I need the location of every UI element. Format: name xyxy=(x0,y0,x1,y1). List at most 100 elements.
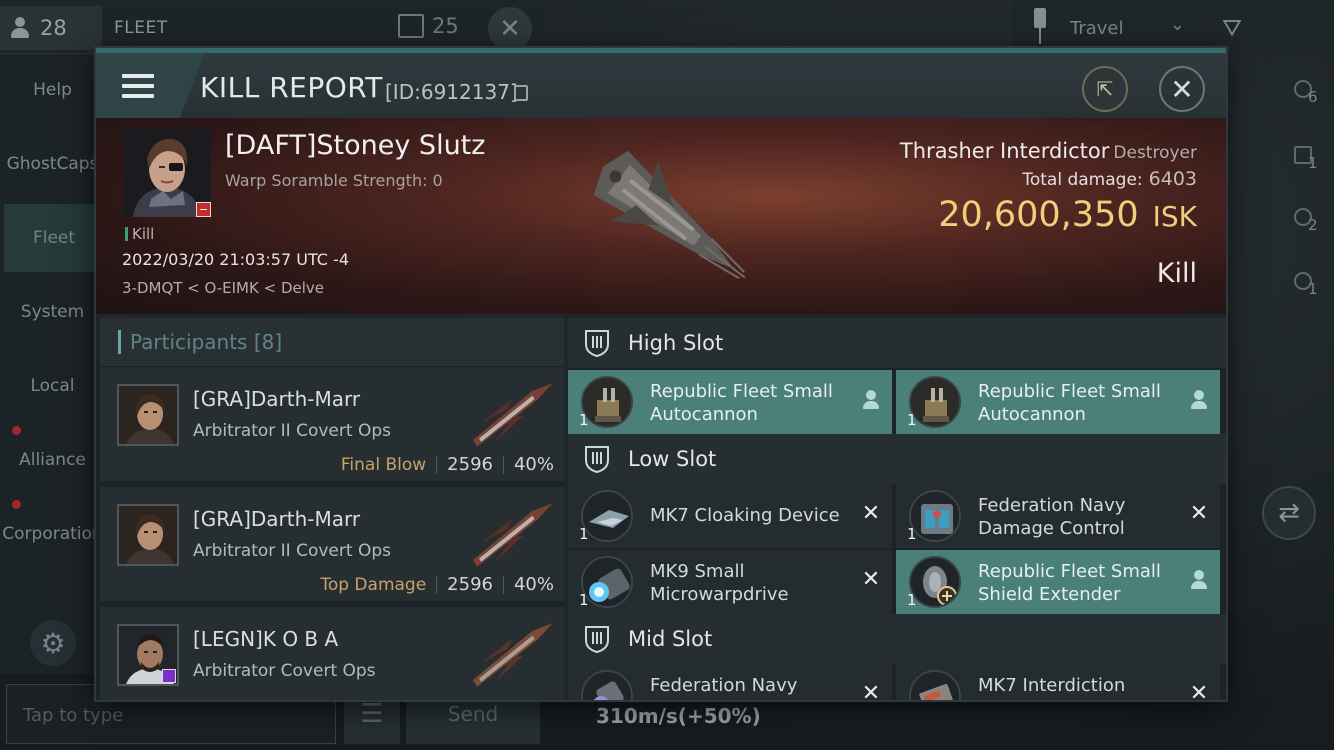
share-button[interactable]: ⇱ xyxy=(1082,66,1128,112)
participant-percent: 40% xyxy=(513,574,554,595)
kill-outcome: Kill xyxy=(1156,258,1197,289)
low-slot-header: Low Slot xyxy=(568,434,1226,484)
cloaking-device-icon xyxy=(581,490,633,542)
right-tool-1-count: 6 xyxy=(1308,88,1318,106)
right-tool-4[interactable]: 1 xyxy=(1290,268,1324,302)
isk-unit: ISK xyxy=(1152,200,1197,233)
module-name: MK7 Cloaking Device xyxy=(650,505,840,526)
avatar xyxy=(117,384,179,446)
shield-icon xyxy=(585,330,609,358)
nav-item-fleet[interactable]: Fleet xyxy=(4,204,104,272)
total-damage: Total damage: 6403 xyxy=(1022,168,1197,190)
nav-item-ghostcaps[interactable]: GhostCaps xyxy=(0,130,105,198)
destroyed-x-icon: ✕ xyxy=(861,567,881,592)
participants-count: [8] xyxy=(253,330,283,354)
participant-ship: Arbitrator Covert Ops xyxy=(193,661,376,681)
nav-item-alliance[interactable]: Alliance xyxy=(0,426,105,494)
victim-ship-name[interactable]: Thrasher Interdictor Destroyer xyxy=(900,139,1197,163)
chat-count[interactable]: 25 xyxy=(398,14,459,38)
participant-row[interactable]: [GRA]Darth-Marr Arbitrator II Covert Ops… xyxy=(100,367,564,483)
chat-settings-gear-icon[interactable]: ⚙ xyxy=(30,620,76,666)
total-damage-value: 6403 xyxy=(1148,168,1197,190)
copy-icon[interactable] xyxy=(514,85,528,101)
fleet-panel-close-button[interactable]: ✕ xyxy=(488,7,532,51)
fitting-module[interactable]: 1 Republic Fleet Small Autocannon xyxy=(568,370,892,434)
participant-role: Top Damage xyxy=(320,574,427,595)
stats-divider xyxy=(502,455,504,474)
close-button[interactable]: ✕ xyxy=(1159,66,1205,112)
kill-tag-label: Kill xyxy=(132,225,155,243)
module-name: Republic Fleet Small Shield Extender xyxy=(978,561,1161,605)
module-name: MK9 Small Microwarpdrive xyxy=(650,561,789,605)
destroyed-x-icon: ✕ xyxy=(861,681,881,701)
participant-name: [LEGN]K O B A xyxy=(193,627,339,651)
victim-ship-image[interactable] xyxy=(566,118,766,314)
fitting-module[interactable]: 1 Republic Fleet Small Autocannon xyxy=(896,370,1220,434)
fitting-module[interactable]: 1 MK7 Cloaking Device ✕ xyxy=(568,484,892,548)
fitting-module[interactable]: MK7 Interdiction ✕ xyxy=(896,664,1220,700)
nav-item-corporation[interactable]: Corporation xyxy=(0,500,105,568)
nav-item-system[interactable]: System xyxy=(0,278,105,346)
destroyed-x-icon: ✕ xyxy=(1189,501,1209,526)
participants-accent xyxy=(118,330,121,354)
nav-item-local[interactable]: Local xyxy=(0,352,105,420)
module-quantity: 1 xyxy=(579,525,589,543)
external-link-icon: ⇱ xyxy=(1096,77,1114,101)
total-damage-label: Total damage: xyxy=(1022,170,1143,190)
mid-slot-label: Mid Slot xyxy=(628,627,713,651)
module-quantity: 1 xyxy=(907,525,917,543)
damage-control-icon xyxy=(909,490,961,542)
chat-window-icon xyxy=(398,14,424,38)
fitting-module[interactable]: 1 Republic Fleet Small Shield Extender xyxy=(896,550,1220,614)
fitting-module[interactable]: Federation Navy ✕ xyxy=(568,664,892,700)
module-quantity: 1 xyxy=(907,591,917,609)
participant-ship: Arbitrator II Covert Ops xyxy=(193,541,391,561)
fitting-module[interactable]: 1 MK9 Small Microwarpdrive ✕ xyxy=(568,550,892,614)
hostile-status-icon: − xyxy=(196,202,211,217)
fittings-panel: High Slot 1 Republic Fleet Small Autocan… xyxy=(568,318,1226,700)
participant-damage: 2596 xyxy=(447,454,493,475)
victim-name[interactable]: [DAFT]Stoney Slutz xyxy=(225,130,485,161)
fitting-module[interactable]: 1 Federation Navy Damage Control ✕ xyxy=(896,484,1220,548)
right-tool-4-count: 1 xyxy=(1308,280,1318,298)
fleet-member-count[interactable]: 28 xyxy=(0,6,102,50)
participants-header: Participants [8] xyxy=(100,318,564,366)
microwarpdrive-icon xyxy=(581,556,633,608)
high-slot-label: High Slot xyxy=(628,331,724,355)
menu-button[interactable] xyxy=(96,53,180,118)
swap-arrows-icon[interactable]: ⇄ xyxy=(1262,486,1316,540)
victim-banner: − Kill [DAFT]Stoney Slutz Warp Soramble … xyxy=(96,118,1226,314)
shield-extender-icon xyxy=(909,556,961,608)
close-icon: ✕ xyxy=(1170,72,1194,106)
kill-location[interactable]: 3-DMQT < O-EIMK < Delve xyxy=(122,279,324,297)
module-quantity: 1 xyxy=(579,591,589,609)
hamburger-icon xyxy=(122,73,154,98)
participants-label: Participants xyxy=(130,330,248,354)
participant-role: Final Blow xyxy=(340,454,427,475)
participant-damage: 2596 xyxy=(447,574,493,595)
participants-panel: Participants [8] [GRA]Darth-Marr Arbitra… xyxy=(96,318,564,700)
nav-item-help[interactable]: Help xyxy=(0,56,105,124)
participant-row[interactable]: [GRA]Darth-Marr Arbitrator II Covert Ops… xyxy=(100,487,564,603)
participant-ship-image xyxy=(472,622,553,687)
pin-icon[interactable] xyxy=(1030,8,1050,44)
person-icon xyxy=(10,17,30,39)
destroyed-x-icon: ✕ xyxy=(861,501,881,526)
travel-dropdown[interactable]: Travel xyxy=(1070,18,1124,39)
shield-icon xyxy=(585,446,609,474)
module-quantity: 1 xyxy=(907,411,917,429)
right-tool-3[interactable]: 2 xyxy=(1290,204,1324,238)
kill-tag-bar xyxy=(125,227,128,241)
right-tool-1[interactable]: 6 xyxy=(1290,76,1324,110)
propulsion-module-icon xyxy=(581,670,633,700)
ship-class: Destroyer xyxy=(1113,143,1197,163)
member-badge-icon xyxy=(162,669,176,683)
right-tool-2[interactable]: 1 xyxy=(1290,142,1324,176)
stats-divider xyxy=(436,575,438,594)
channel-nav: Help GhostCaps Fleet System Local Allian… xyxy=(0,54,105,674)
filter-icon[interactable]: ⛛ xyxy=(1222,14,1242,42)
participant-row[interactable]: [LEGN]K O B A Arbitrator Covert Ops xyxy=(100,607,564,700)
dropped-item-person-icon xyxy=(1190,390,1208,412)
dropped-item-person-icon xyxy=(862,390,880,412)
chevron-down-icon[interactable]: ⌄ xyxy=(1170,14,1185,35)
